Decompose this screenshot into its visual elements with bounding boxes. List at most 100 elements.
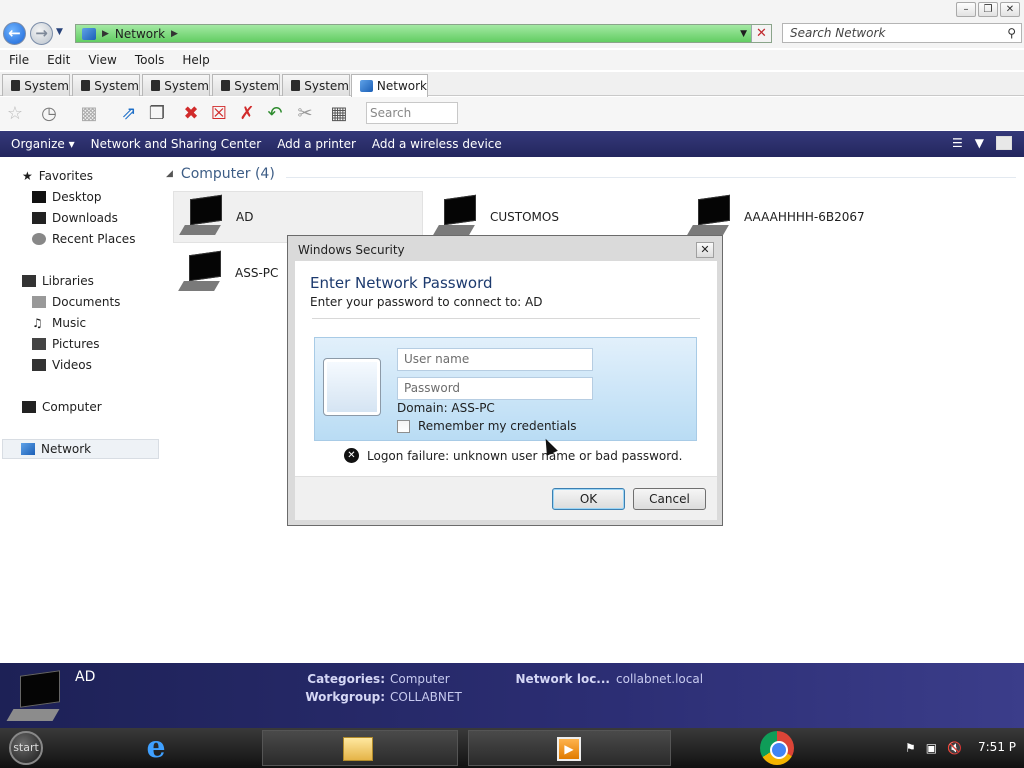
remember-checkbox[interactable]: [397, 419, 410, 433]
tab-system-2[interactable]: System: [72, 74, 140, 96]
organize-button[interactable]: Organize ▾: [0, 137, 83, 151]
preview-pane-icon[interactable]: [996, 136, 1012, 150]
menu-file[interactable]: File: [0, 53, 38, 67]
details-name: AD: [75, 669, 96, 685]
start-button[interactable]: start: [9, 731, 43, 765]
move-to-icon[interactable]: ⇗: [118, 103, 140, 125]
computer-label: AD: [236, 210, 254, 224]
ok-button[interactable]: OK: [552, 488, 625, 510]
nav-label: Libraries: [42, 274, 94, 288]
address-dropdown-icon[interactable]: ▼: [740, 29, 747, 39]
remember-credentials[interactable]: Remember my credentials: [397, 419, 577, 433]
documents-icon: [32, 296, 46, 308]
network-icon: [82, 27, 96, 40]
tab-system-4[interactable]: System: [212, 74, 280, 96]
nav-libraries[interactable]: Libraries: [22, 271, 179, 291]
desktop-icon: [32, 191, 46, 203]
action-center-flag-icon[interactable]: ⚑: [905, 741, 916, 755]
recent-pages-dropdown-icon[interactable]: ▼: [56, 27, 63, 37]
nav-network[interactable]: Network: [2, 439, 159, 459]
address-bar[interactable]: ▶ Network ▶ ▼ ✕: [75, 24, 772, 43]
nav-label: Desktop: [52, 190, 102, 204]
window-caption: – ❐ ✕: [0, 0, 1024, 20]
nav-computer[interactable]: Computer: [22, 397, 179, 417]
username-field[interactable]: User name: [397, 348, 593, 371]
password-field[interactable]: Password: [397, 377, 593, 400]
group-header[interactable]: ◢ Computer (4): [166, 166, 275, 182]
windows-security-dialog: Windows Security ✕ Enter Network Passwor…: [287, 235, 723, 526]
breadcrumb-network[interactable]: Network: [115, 27, 165, 41]
back-button[interactable]: ←: [3, 22, 26, 45]
command-bar: Organize ▾ Network and Sharing Center Ad…: [0, 131, 1024, 157]
clock[interactable]: 7:51 P: [978, 740, 1016, 754]
menu-help[interactable]: Help: [173, 53, 218, 67]
add-wireless-device-button[interactable]: Add a wireless device: [364, 137, 510, 151]
system-tray: ⚑ ▣ 🔇: [905, 741, 962, 755]
close-button[interactable]: ✕: [1000, 2, 1020, 17]
history-icon[interactable]: ◷: [38, 103, 60, 125]
forward-disabled-icon[interactable]: ▩: [78, 103, 100, 125]
dialog-divider: [312, 318, 700, 319]
nav-label: Network: [41, 442, 92, 456]
delete-permanently-icon[interactable]: ☒: [208, 103, 230, 125]
nav-label: Videos: [52, 358, 92, 372]
details-netloc-value: collabnet.local: [616, 672, 704, 686]
error-icon: ✕: [344, 448, 359, 463]
network-tray-icon[interactable]: ▣: [926, 741, 937, 755]
search-network-input[interactable]: Search Network ⚲: [782, 23, 1022, 43]
delete-selection-icon[interactable]: ✗: [236, 103, 258, 125]
change-view-icon[interactable]: ☰: [952, 136, 963, 150]
volume-muted-icon[interactable]: 🔇: [947, 741, 962, 755]
dialog-close-button[interactable]: ✕: [696, 242, 714, 258]
tab-network[interactable]: Network: [351, 74, 428, 97]
menu-edit[interactable]: Edit: [38, 53, 79, 67]
cancel-button[interactable]: Cancel: [633, 488, 706, 510]
minimize-button[interactable]: –: [956, 2, 976, 17]
details-categories-label: Categories:: [307, 672, 385, 686]
stop-icon[interactable]: ✕: [751, 25, 771, 42]
menu-bar: File Edit View Tools Help: [0, 50, 1024, 70]
chrome-icon[interactable]: [760, 731, 794, 765]
search-placeholder: Search Network: [790, 26, 886, 40]
tab-system-5[interactable]: System: [282, 74, 350, 96]
search-icon[interactable]: ⚲: [1007, 26, 1016, 40]
view-options-icon[interactable]: ▦: [328, 103, 350, 125]
network-icon: [21, 443, 35, 455]
menu-tools[interactable]: Tools: [126, 53, 174, 67]
nav-label: Documents: [52, 295, 121, 309]
tab-system-1[interactable]: System: [2, 74, 70, 96]
nav-favorites[interactable]: ★ Favorites: [22, 166, 179, 186]
network-sharing-center-button[interactable]: Network and Sharing Center: [83, 137, 270, 151]
copy-to-icon[interactable]: ❐: [146, 103, 168, 125]
taskbar-explorer-button[interactable]: [262, 730, 458, 766]
toolbar-search-input[interactable]: Search: [366, 102, 458, 124]
collapse-icon[interactable]: ◢: [166, 169, 173, 179]
maximize-button[interactable]: ❐: [978, 2, 998, 17]
details-workgroup-label: Workgroup:: [305, 690, 385, 704]
menu-view[interactable]: View: [79, 53, 125, 67]
nav-label: Music: [52, 316, 87, 330]
delete-icon[interactable]: ✖: [180, 103, 202, 125]
computer-label: CUSTOMOS: [490, 210, 559, 224]
recent-places-icon: [32, 233, 46, 245]
internet-explorer-icon[interactable]: e: [138, 731, 174, 765]
taskbar-media-button[interactable]: ▶: [468, 730, 671, 766]
nav-label: Recent Places: [52, 232, 136, 246]
forward-button[interactable]: →: [30, 22, 53, 45]
dialog-footer: OK Cancel: [295, 476, 717, 520]
tab-system-3[interactable]: System: [142, 74, 210, 96]
tab-label: System: [164, 78, 209, 93]
star-icon: ★: [22, 169, 33, 183]
undo-icon[interactable]: ↶: [264, 103, 286, 125]
user-tile-icon: [323, 358, 381, 416]
credential-tile[interactable]: User name Password Domain: ASS-PC Rememb…: [314, 337, 697, 441]
star-icon[interactable]: ☆: [4, 103, 26, 125]
add-printer-button[interactable]: Add a printer: [269, 137, 364, 151]
breadcrumb-separator-icon[interactable]: ▶: [171, 29, 178, 39]
system-icon: [11, 80, 21, 91]
more-options-icon[interactable]: ▼: [975, 136, 984, 150]
cut-icon[interactable]: ✂: [294, 103, 316, 125]
breadcrumb-separator-icon[interactable]: ▶: [102, 29, 109, 39]
domain-label: Domain: ASS-PC: [397, 401, 495, 415]
details-netloc-label: Network loc...: [515, 672, 610, 686]
